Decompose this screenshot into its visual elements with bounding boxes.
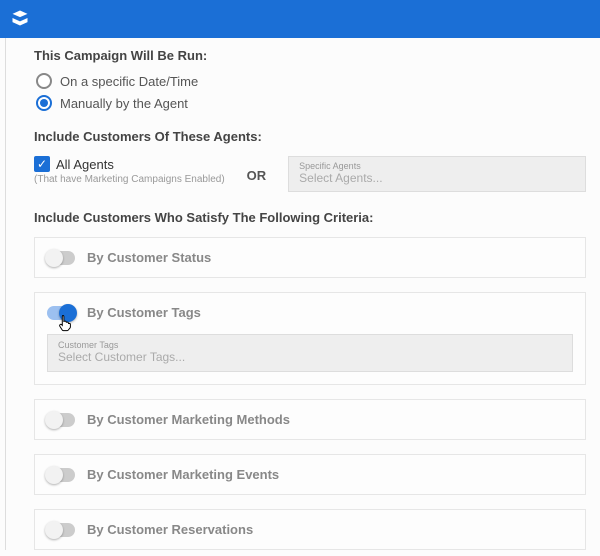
radio-label: On a specific Date/Time bbox=[60, 74, 198, 89]
criteria-label: By Customer Reservations bbox=[87, 522, 253, 537]
agents-heading: Include Customers Of These Agents: bbox=[34, 129, 586, 144]
radio-manual-agent[interactable]: Manually by the Agent bbox=[36, 95, 586, 111]
specific-agents-select[interactable]: Specific Agents Select Agents... bbox=[288, 156, 586, 192]
all-agents-block: All Agents (That have Marketing Campaign… bbox=[34, 156, 225, 185]
run-heading: This Campaign Will Be Run: bbox=[34, 48, 586, 63]
criteria-label: By Customer Status bbox=[87, 250, 211, 265]
select-placeholder: Select Customer Tags... bbox=[58, 350, 562, 364]
toggle-reservations[interactable] bbox=[47, 523, 75, 537]
toggle-knob bbox=[59, 304, 77, 322]
toggle-knob bbox=[45, 466, 63, 484]
radio-icon bbox=[36, 73, 52, 89]
toggle-marketing-events[interactable] bbox=[47, 468, 75, 482]
radio-label: Manually by the Agent bbox=[60, 96, 188, 111]
select-placeholder: Select Agents... bbox=[299, 171, 575, 185]
criteria-label: By Customer Marketing Methods bbox=[87, 412, 290, 427]
criteria-panel-status: By Customer Status bbox=[34, 237, 586, 278]
agents-row: All Agents (That have Marketing Campaign… bbox=[34, 156, 586, 192]
toggle-marketing-methods[interactable] bbox=[47, 413, 75, 427]
criteria-label: By Customer Marketing Events bbox=[87, 467, 279, 482]
checkbox-icon bbox=[34, 156, 50, 172]
checkbox-label: All Agents bbox=[56, 157, 114, 172]
all-agents-checkbox[interactable]: All Agents bbox=[34, 156, 225, 172]
toggle-tags[interactable] bbox=[47, 306, 75, 320]
criteria-panel-marketing-events: By Customer Marketing Events bbox=[34, 454, 586, 495]
select-label: Customer Tags bbox=[58, 340, 562, 350]
toggle-status[interactable] bbox=[47, 251, 75, 265]
toggle-knob bbox=[45, 411, 63, 429]
radio-specific-date[interactable]: On a specific Date/Time bbox=[36, 73, 586, 89]
radio-icon bbox=[36, 95, 52, 111]
customer-tags-select[interactable]: Customer Tags Select Customer Tags... bbox=[47, 334, 573, 372]
agents-or: OR bbox=[247, 165, 267, 183]
app-logo-icon bbox=[10, 8, 30, 31]
form-content: This Campaign Will Be Run: On a specific… bbox=[5, 38, 600, 550]
toggle-knob bbox=[45, 249, 63, 267]
select-label: Specific Agents bbox=[299, 161, 575, 171]
all-agents-hint: (That have Marketing Campaigns Enabled) bbox=[34, 174, 225, 185]
toggle-knob bbox=[45, 521, 63, 539]
criteria-heading: Include Customers Who Satisfy The Follow… bbox=[34, 210, 586, 225]
criteria-panel-marketing-methods: By Customer Marketing Methods bbox=[34, 399, 586, 440]
topbar bbox=[0, 0, 600, 38]
criteria-panel-tags: By Customer Tags Customer Tags Select Cu… bbox=[34, 292, 586, 385]
criteria-panel-reservations: By Customer Reservations bbox=[34, 509, 586, 550]
criteria-label: By Customer Tags bbox=[87, 305, 201, 320]
